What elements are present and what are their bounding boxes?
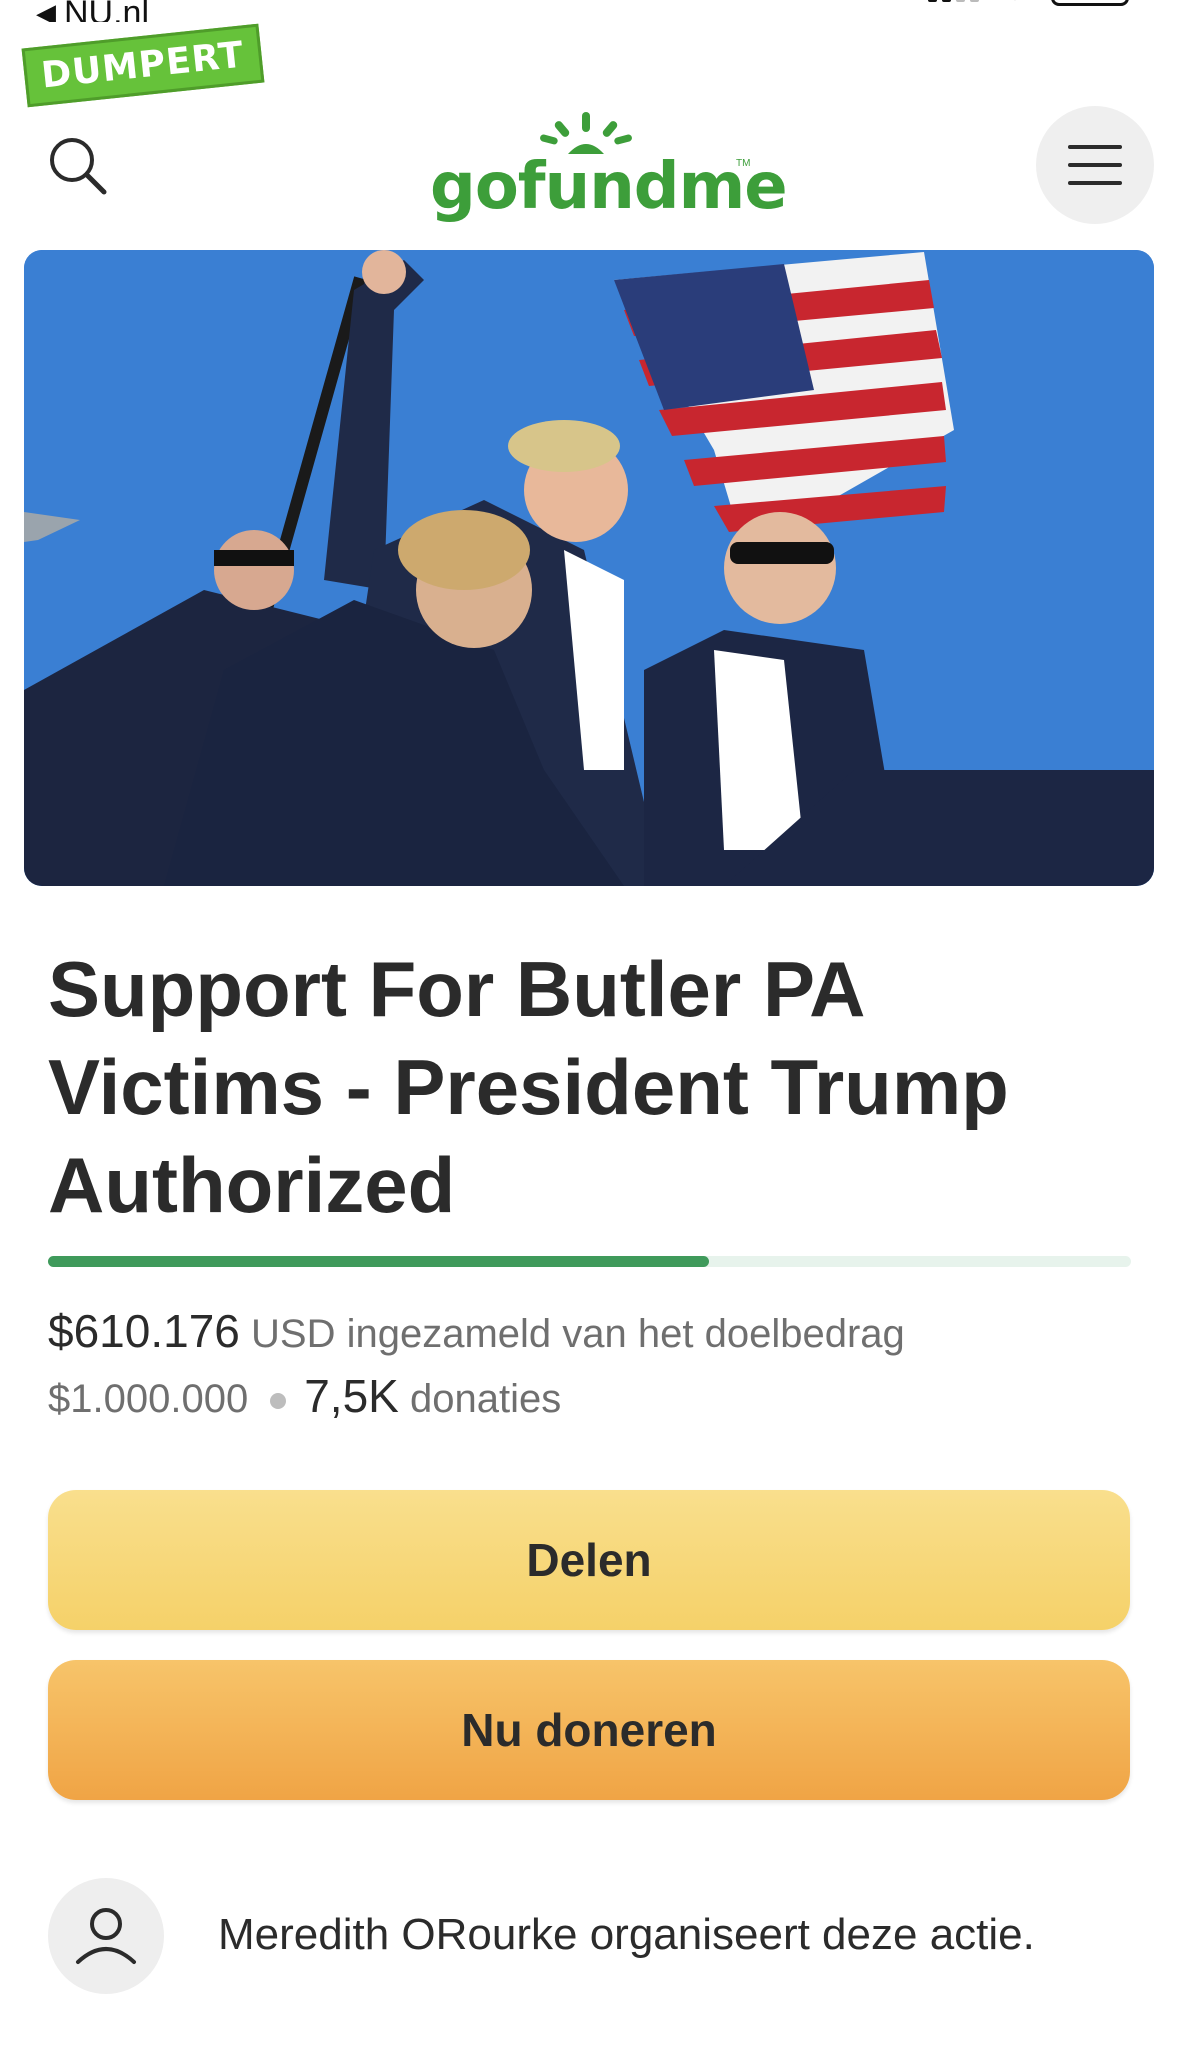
site-header: gofundme TM <box>0 100 1179 230</box>
user-icon <box>76 1908 136 1964</box>
gofundme-logo[interactable]: gofundme TM <box>430 110 788 230</box>
raised-line: $610.176 USD ingezameld van het doelbedr… <box>48 1300 1148 1365</box>
rally-photo <box>24 250 1154 886</box>
separator-dot <box>270 1393 287 1410</box>
donations-label: donaties <box>409 1377 562 1421</box>
logo-wordmark: gofundme <box>430 150 788 224</box>
search-button[interactable] <box>44 132 114 202</box>
organizer-row: Meredith ORourke organiseert deze actie. <box>48 1878 1148 1998</box>
raised-amount: $610.176 <box>48 1305 240 1357</box>
hamburger-icon <box>1068 145 1122 149</box>
goal-line: $1.000.000 7,5K donaties <box>48 1365 1148 1430</box>
cellular-signal-icon <box>928 0 979 2</box>
avatar[interactable] <box>48 1878 164 1994</box>
raised-suffix: USD ingezameld van het doelbedrag <box>251 1312 905 1356</box>
dumpert-logo: DUMPERT <box>21 23 265 108</box>
campaign-hero-image <box>24 250 1154 886</box>
funding-progress-fill <box>48 1256 709 1267</box>
logo-trademark: TM <box>736 158 751 169</box>
funding-stats: $610.176 USD ingezameld van het doelbedr… <box>48 1300 1148 1430</box>
menu-button[interactable] <box>1036 106 1154 224</box>
battery-icon <box>1051 0 1129 6</box>
funding-progress-bar <box>48 1256 1131 1267</box>
donations-count: 7,5K <box>304 1370 399 1422</box>
status-icons <box>928 0 1129 6</box>
dumpert-watermark: DUMPERT <box>14 22 270 108</box>
organizer-text: Meredith ORourke organiseert deze actie. <box>218 1910 1035 1959</box>
campaign-title: Support For Butler PA Victims - Presiden… <box>48 945 1009 1229</box>
donate-button[interactable]: Nu doneren <box>48 1660 1130 1800</box>
goal-amount: $1.000.000 <box>48 1377 249 1421</box>
wifi-icon <box>1003 0 1027 2</box>
share-button[interactable]: Delen <box>48 1490 1130 1630</box>
search-icon <box>50 138 107 195</box>
